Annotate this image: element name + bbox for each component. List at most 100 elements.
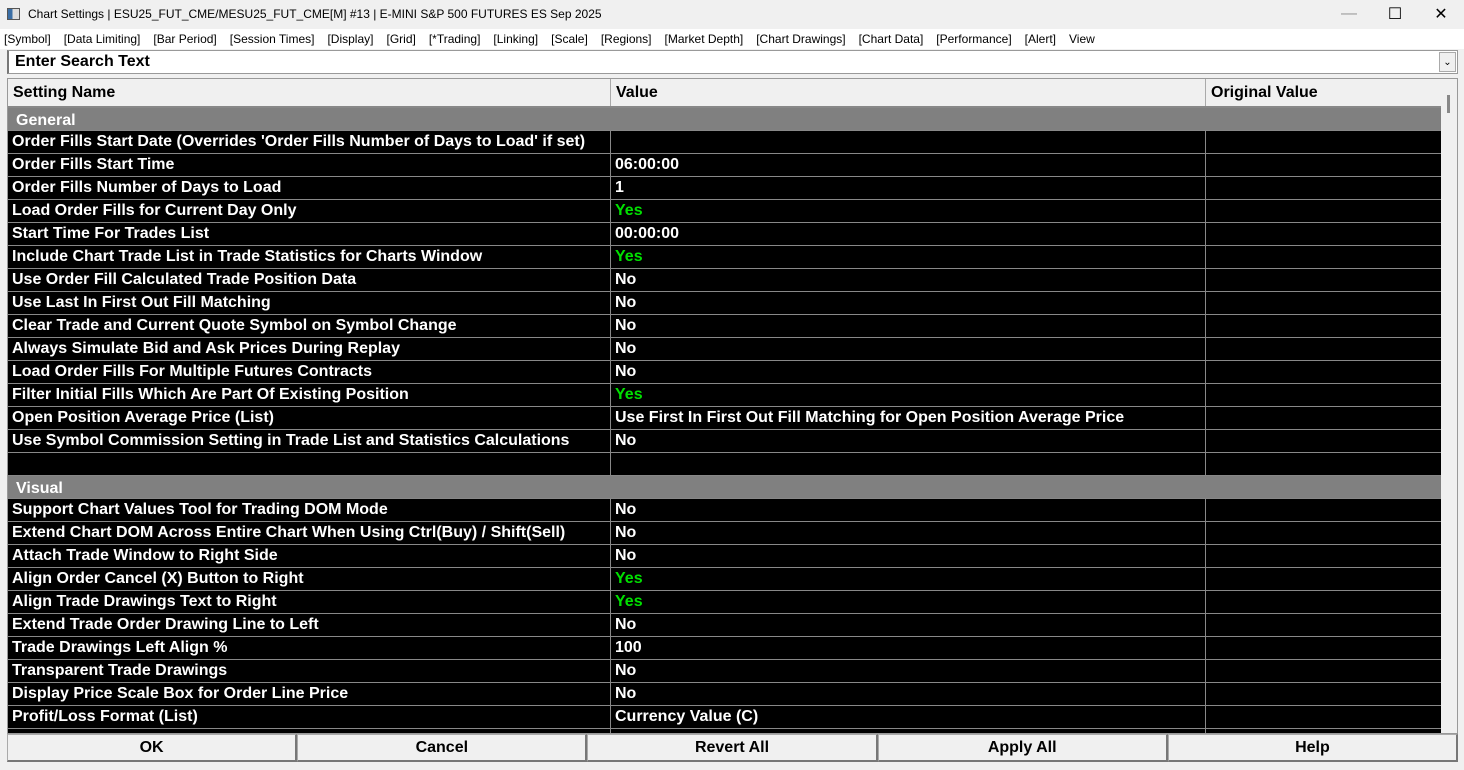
menu-item[interactable]: [Chart Data] — [859, 32, 924, 46]
table-row[interactable]: Open Position Average Price (List) Use Fi… — [8, 407, 1442, 430]
setting-value[interactable]: Yes — [611, 591, 1206, 613]
menu-item[interactable]: [Regions] — [601, 32, 652, 46]
table-row[interactable]: Filter Initial Fills Which Are Part Of E… — [8, 384, 1442, 407]
menu-item[interactable]: [Performance] — [936, 32, 1011, 46]
setting-value[interactable]: 06:00:00 — [611, 154, 1206, 176]
empty-row — [8, 453, 1442, 476]
revert-all-button[interactable]: Revert All — [587, 734, 878, 762]
ok-button[interactable]: OK — [7, 734, 298, 762]
setting-value[interactable]: 00:00:00 — [611, 223, 1206, 245]
setting-name: Use Last In First Out Fill Matching — [8, 292, 611, 314]
search-input[interactable] — [9, 53, 1439, 71]
setting-value[interactable]: No — [611, 683, 1206, 705]
cancel-button[interactable]: Cancel — [297, 734, 588, 762]
help-button[interactable]: Help — [1167, 734, 1459, 762]
table-row[interactable]: Align Order Cancel (X) Button to Right Ye… — [8, 568, 1442, 591]
setting-name: Display Price Scale Box for Order Line P… — [8, 683, 611, 705]
setting-value[interactable]: No — [611, 545, 1206, 567]
table-row[interactable]: Use Order Fill Calculated Trade Position… — [8, 269, 1442, 292]
vertical-scrollbar[interactable] — [1441, 79, 1457, 733]
table-row[interactable]: Load Order Fills for Current Day Only Yes — [8, 200, 1442, 223]
table-row[interactable]: Order Fills Start Date (Overrides 'Order… — [8, 131, 1442, 154]
table-row[interactable]: Include Chart Trade List in Trade Statis… — [8, 246, 1442, 269]
setting-name: Transparent Trade Drawings — [8, 660, 611, 682]
setting-value[interactable]: No — [611, 660, 1206, 682]
setting-value[interactable]: No — [611, 269, 1206, 291]
table-row[interactable]: Attach Trade Window to Right Side No — [8, 545, 1442, 568]
menu-item[interactable]: [*Trading] — [429, 32, 481, 46]
scrollbar-thumb[interactable] — [1447, 95, 1450, 113]
setting-value[interactable]: No — [611, 614, 1206, 636]
original-value — [1206, 131, 1442, 153]
setting-name: Load Order Fills For Multiple Futures Co… — [8, 361, 611, 383]
menu-item[interactable]: [Alert] — [1025, 32, 1056, 46]
table-row[interactable]: Extend Trade Order Drawing Line to Left N… — [8, 614, 1442, 637]
table-row[interactable]: Trade Drawings Left Align % 100 — [8, 637, 1442, 660]
column-header-value[interactable]: Value — [611, 79, 1206, 106]
table-row[interactable]: Always Simulate Bid and Ask Prices Durin… — [8, 338, 1442, 361]
setting-value[interactable] — [611, 131, 1206, 153]
original-value — [1206, 545, 1442, 567]
setting-value[interactable]: No — [611, 522, 1206, 544]
table-body: General Order Fills Start Date (Overrides… — [8, 108, 1442, 733]
menu-item[interactable]: [Linking] — [493, 32, 538, 46]
menu-item[interactable]: [Data Limiting] — [64, 32, 141, 46]
menu-item[interactable]: [Bar Period] — [153, 32, 216, 46]
setting-name: Always Simulate Bid and Ask Prices Durin… — [8, 338, 611, 360]
setting-value[interactable]: Use First In First Out Fill Matching for… — [611, 407, 1206, 429]
table-row[interactable]: Order Fills Start Time 06:00:00 — [8, 154, 1442, 177]
table-row[interactable]: Profit/Loss Format (List) Currency Value … — [8, 706, 1442, 729]
table-row[interactable]: Clear Trade and Current Quote Symbol on … — [8, 315, 1442, 338]
original-value — [1206, 269, 1442, 291]
original-value — [1206, 338, 1442, 360]
menu-item[interactable]: [Display] — [327, 32, 373, 46]
setting-value[interactable]: No — [611, 338, 1206, 360]
setting-name: Clear Trade and Current Quote Symbol on … — [8, 315, 611, 337]
table-row[interactable]: Align Trade Drawings Text to Right Yes — [8, 591, 1442, 614]
original-value — [1206, 637, 1442, 659]
table-row[interactable]: Support Chart Values Tool for Trading DO… — [8, 499, 1442, 522]
column-header-original-value[interactable]: Original Value — [1206, 79, 1442, 106]
maximize-button[interactable]: ☐ — [1372, 0, 1418, 28]
setting-name: Start Time For Trades List — [8, 223, 611, 245]
section-header: General — [8, 108, 1442, 131]
menu-item[interactable]: [Scale] — [551, 32, 588, 46]
table-row[interactable]: Load Order Fills For Multiple Futures Co… — [8, 361, 1442, 384]
setting-value[interactable]: Yes — [611, 200, 1206, 222]
table-row[interactable]: Order Fills Number of Days to Load 1 — [8, 177, 1442, 200]
column-header-setting-name[interactable]: Setting Name — [8, 79, 611, 106]
table-row[interactable]: Use Last In First Out Fill Matching No — [8, 292, 1442, 315]
app-icon — [7, 8, 20, 20]
setting-value[interactable]: 1 — [611, 177, 1206, 199]
setting-name: Use Symbol Commission Setting in Trade L… — [8, 430, 611, 452]
chevron-down-icon[interactable]: ⌄ — [1439, 52, 1456, 72]
menu-item[interactable]: [Chart Drawings] — [756, 32, 845, 46]
setting-value[interactable]: Yes — [611, 568, 1206, 590]
menu-item[interactable]: View — [1069, 32, 1095, 46]
search-box: ⌄ — [7, 50, 1458, 74]
original-value — [1206, 200, 1442, 222]
menu-item[interactable]: [Symbol] — [4, 32, 51, 46]
setting-value[interactable]: Yes — [611, 246, 1206, 268]
menu-item[interactable]: [Session Times] — [230, 32, 315, 46]
menu-item[interactable]: [Grid] — [386, 32, 415, 46]
setting-value[interactable]: No — [611, 361, 1206, 383]
minimize-button[interactable]: — — [1326, 0, 1372, 28]
setting-value[interactable]: Yes — [611, 384, 1206, 406]
setting-value[interactable]: Currency Value (C) — [611, 706, 1206, 728]
original-value — [1206, 177, 1442, 199]
menu-item[interactable]: [Market Depth] — [665, 32, 744, 46]
table-row[interactable]: Display Price Scale Box for Order Line P… — [8, 683, 1442, 706]
setting-value[interactable]: No — [611, 430, 1206, 452]
setting-value[interactable]: No — [611, 499, 1206, 521]
table-row[interactable]: Start Time For Trades List 00:00:00 — [8, 223, 1442, 246]
apply-all-button[interactable]: Apply All — [877, 734, 1168, 762]
table-row[interactable]: Use Symbol Commission Setting in Trade L… — [8, 430, 1442, 453]
setting-value[interactable]: No — [611, 315, 1206, 337]
close-button[interactable]: ✕ — [1418, 0, 1464, 28]
table-row[interactable]: Transparent Trade Drawings No — [8, 660, 1442, 683]
original-value — [1206, 407, 1442, 429]
setting-value[interactable]: No — [611, 292, 1206, 314]
setting-value[interactable]: 100 — [611, 637, 1206, 659]
table-row[interactable]: Extend Chart DOM Across Entire Chart Whe… — [8, 522, 1442, 545]
